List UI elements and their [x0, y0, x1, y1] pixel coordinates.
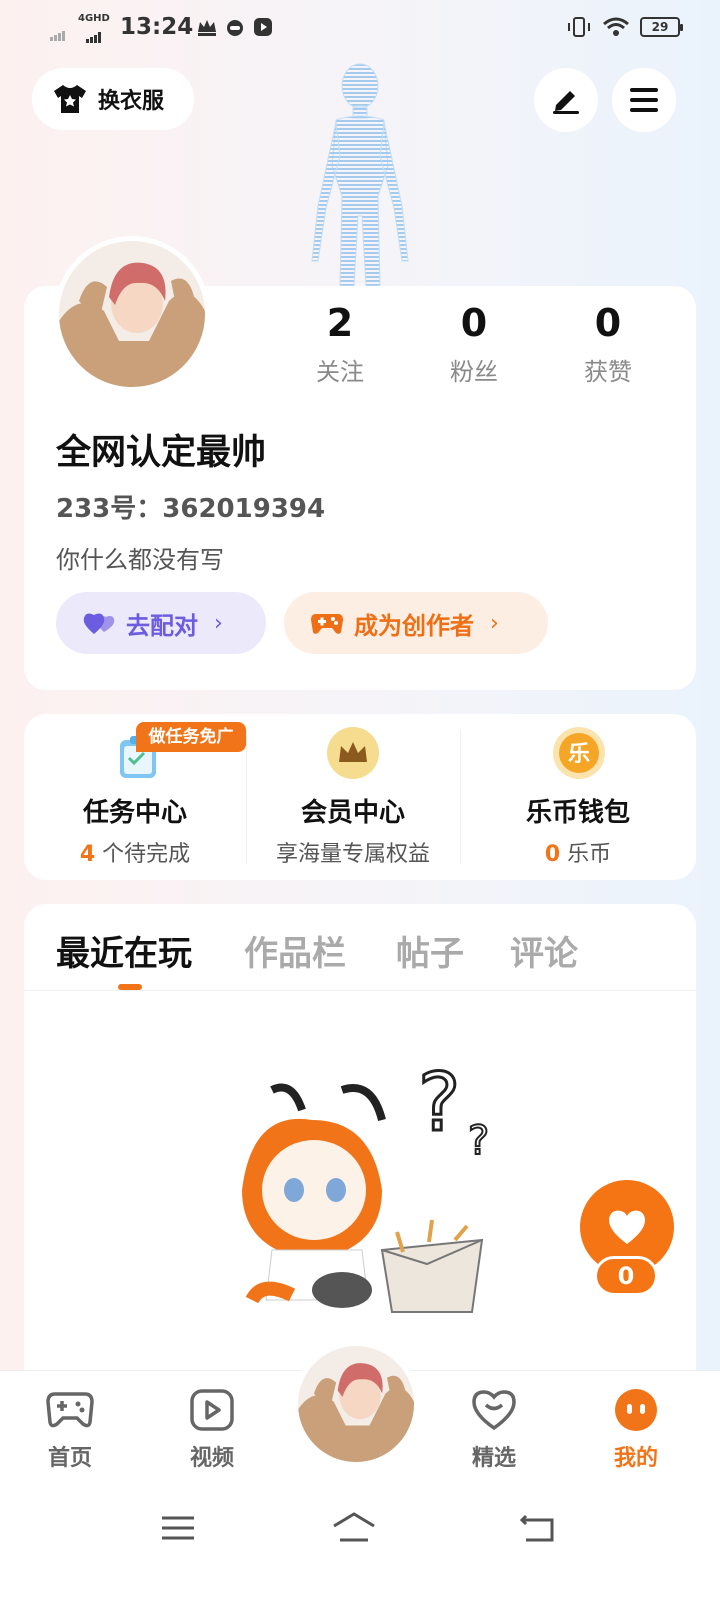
vibrate-icon	[568, 17, 590, 37]
floating-like-count: 0	[594, 1256, 658, 1296]
task-center-title: 任务中心	[82, 798, 187, 828]
battery-indicator: 29	[640, 17, 683, 37]
become-creator-button[interactable]: 成为创作者 ›	[284, 592, 548, 654]
likes-label: 获赞	[584, 358, 632, 386]
following-count: 2	[326, 301, 354, 345]
avatar-image	[59, 241, 205, 387]
nav-video-label: 视频	[189, 1446, 234, 1471]
coin-wallet[interactable]: 乐 乐币钱包 0 乐币	[460, 714, 696, 880]
services-card: 做任务免广告 任务中心 4 个待完成 会员中心 享海量专属权益 乐 乐币钱包 0…	[24, 714, 696, 880]
clock: 13:24	[120, 14, 194, 40]
gamepad-icon	[311, 614, 343, 634]
empty-state-illustration: ? ?	[232, 1050, 502, 1320]
double-heart-icon	[83, 613, 115, 634]
nav-featured-label: 精选	[471, 1446, 516, 1471]
coin-wallet-sub: 0 乐币	[544, 842, 612, 867]
coin-icon: 乐	[553, 727, 605, 779]
stat-followers[interactable]: 0 粉丝	[424, 300, 524, 387]
chevron-right-icon: ›	[214, 610, 223, 636]
vip-center-title: 会员中心	[300, 798, 405, 828]
stat-following[interactable]: 2 关注	[290, 300, 390, 387]
crown-icon	[198, 20, 216, 36]
home-icon[interactable]	[330, 1510, 378, 1546]
menu-button[interactable]	[612, 68, 676, 132]
signal-icon-sim2	[86, 24, 102, 43]
tab-comments[interactable]: 评论	[510, 926, 578, 975]
pair-button-label: 去配对	[126, 611, 198, 640]
ad-free-badge: 做任务免广告	[136, 722, 246, 777]
chevron-right-icon: ›	[490, 610, 499, 636]
pen-icon	[553, 91, 579, 114]
wifi-icon	[603, 17, 629, 36]
vip-center-sub: 享海量专属权益	[275, 842, 430, 867]
nickname: 全网认定最帅	[56, 433, 267, 473]
following-label: 关注	[316, 358, 364, 386]
tab-divider	[24, 990, 696, 991]
nav-video[interactable]: 视频	[172, 1388, 252, 1472]
nav-me[interactable]: 我的	[596, 1388, 676, 1472]
svg-text:?: ?	[418, 1056, 460, 1149]
nav-featured[interactable]: 精选	[454, 1388, 534, 1472]
heart-icon	[608, 1210, 646, 1244]
play-icon	[190, 1389, 234, 1431]
tshirt-icon	[54, 85, 86, 113]
user-id[interactable]: 233号：362019394	[56, 488, 325, 525]
edit-profile-button[interactable]	[534, 68, 598, 132]
gamepad-icon	[46, 1392, 94, 1428]
hamburger-menu-icon	[630, 88, 658, 112]
avatar-image	[298, 1346, 414, 1462]
task-center[interactable]: 做任务免广告 任务中心 4 个待完成	[24, 714, 246, 880]
change-outfit-label: 换衣服	[98, 89, 165, 114]
vip-center[interactable]: 会员中心 享海量专属权益	[246, 714, 460, 880]
tab-recently-played[interactable]: 最近在玩	[56, 926, 192, 975]
avatar-hologram	[300, 56, 420, 287]
svg-text:?: ?	[468, 1118, 489, 1164]
recent-apps-icon[interactable]	[158, 1510, 198, 1546]
vip-crown-icon	[327, 727, 379, 779]
tab-posts[interactable]: 帖子	[396, 926, 464, 975]
followers-count: 0	[460, 301, 488, 345]
heart-chat-icon	[472, 1390, 516, 1431]
mascot-icon	[227, 20, 243, 36]
back-icon[interactable]	[518, 1510, 558, 1546]
bio[interactable]: 你什么都没有写	[56, 540, 224, 575]
likes-count: 0	[594, 301, 622, 345]
nav-home[interactable]: 首页	[30, 1388, 110, 1472]
status-bar: 4GHD 13:24 29	[0, 0, 720, 56]
nav-home-label: 首页	[47, 1446, 92, 1471]
coin-wallet-title: 乐币钱包	[525, 798, 630, 828]
avatar[interactable]	[54, 236, 210, 392]
change-outfit-button[interactable]: 换衣服	[32, 68, 194, 130]
become-creator-label: 成为创作者	[354, 611, 474, 640]
nav-me-label: 我的	[613, 1446, 658, 1471]
stat-likes[interactable]: 0 获赞	[558, 300, 658, 387]
task-center-sub: 4 个待完成	[79, 842, 191, 867]
network-type: 4GHD	[78, 13, 110, 24]
followers-label: 粉丝	[450, 358, 498, 386]
pair-button[interactable]: 去配对 ›	[56, 592, 266, 654]
tab-works[interactable]: 作品栏	[244, 926, 346, 975]
nav-avatar-button[interactable]	[292, 1340, 420, 1468]
signal-icon-sim1	[50, 22, 66, 41]
video-app-icon	[254, 18, 272, 36]
svg-text:乐: 乐	[568, 742, 590, 767]
profile-face-icon	[615, 1389, 657, 1431]
